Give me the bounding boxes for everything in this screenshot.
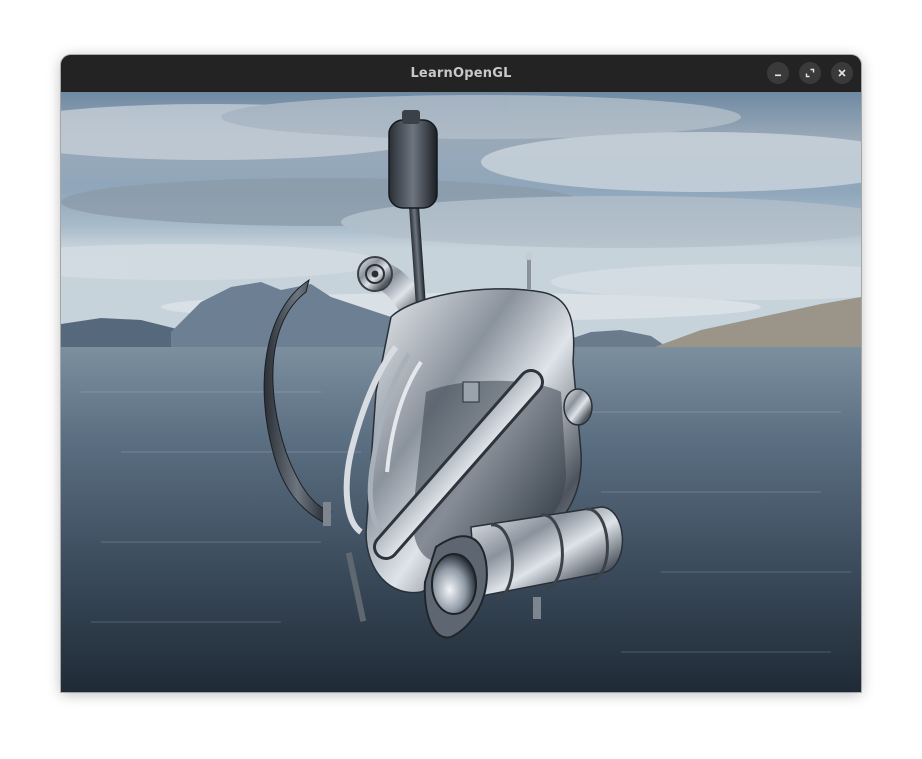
minimize-icon bbox=[775, 74, 781, 77]
close-button[interactable] bbox=[831, 62, 853, 84]
desktop: LearnOpenGL bbox=[0, 0, 922, 759]
render-canvas bbox=[61, 92, 861, 692]
close-icon bbox=[838, 69, 846, 77]
app-window: LearnOpenGL bbox=[61, 55, 861, 692]
window-title: LearnOpenGL bbox=[410, 66, 512, 81]
opengl-viewport[interactable] bbox=[61, 92, 861, 692]
maximize-icon bbox=[805, 68, 815, 78]
maximize-button[interactable] bbox=[799, 62, 821, 84]
window-controls bbox=[767, 62, 853, 84]
title-bar[interactable]: LearnOpenGL bbox=[61, 55, 861, 92]
minimize-button[interactable] bbox=[767, 62, 789, 84]
